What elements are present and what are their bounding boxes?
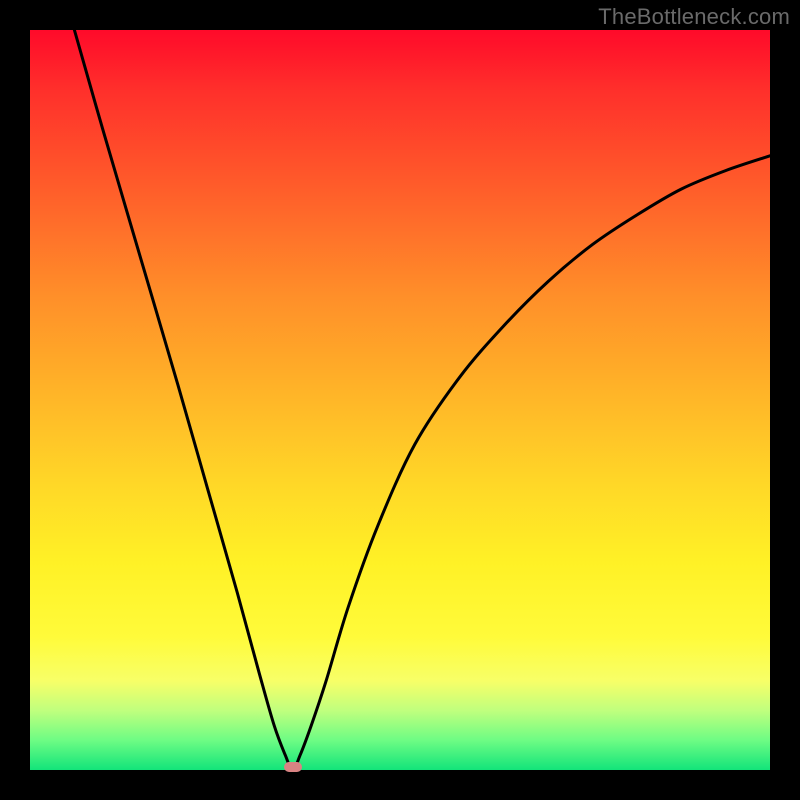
chart-frame: TheBottleneck.com (0, 0, 800, 800)
minimum-marker (284, 762, 302, 772)
bottleneck-curve (74, 30, 770, 770)
watermark-text: TheBottleneck.com (598, 4, 790, 30)
plot-area (30, 30, 770, 770)
curve-svg (30, 30, 770, 770)
